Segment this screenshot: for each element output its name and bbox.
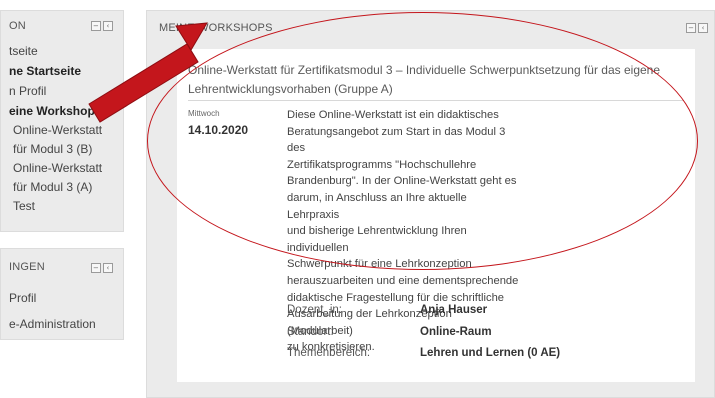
nav-item[interactable]: ne Startseite: [1, 61, 123, 81]
workshop-card: Online-Werkstatt für Zertifikatsmodul 3 …: [177, 49, 695, 382]
workshop-date: 14.10.2020: [188, 123, 249, 137]
settings-item-profile[interactable]: Profil: [1, 285, 123, 311]
settings-block: INGEN − ‹ Profil e-Administration: [0, 248, 124, 340]
workshop-details: Dozent_in: Anja Hauser Standort: Online-…: [287, 304, 667, 369]
nav-item[interactable]: Test: [1, 197, 123, 216]
nav-item[interactable]: eine Workshops: [1, 101, 123, 121]
workshop-weekday: Mittwoch: [188, 109, 220, 118]
my-workshops-title: MEINE WORKSHOPS: [159, 22, 273, 34]
settings-block-header: INGEN − ‹: [1, 249, 123, 285]
settings-block-controls: − ‹: [91, 263, 113, 273]
navigation-block-header: ON − ‹: [1, 11, 123, 41]
settings-block-title: INGEN: [9, 261, 45, 273]
settings-item-administration[interactable]: e-Administration: [1, 311, 123, 337]
dock-block-icon[interactable]: ‹: [103, 21, 113, 31]
detail-row-lecturer: Dozent_in: Anja Hauser: [287, 304, 667, 326]
nav-item[interactable]: Online-Werkstatt: [1, 121, 123, 140]
navigation-block-controls: − ‹: [91, 21, 113, 31]
my-workshops-block: MEINE WORKSHOPS − ‹ Online-Werkstatt für…: [146, 10, 715, 398]
navigation-list: tseite ne Startseite n Profil eine Workshop…: [1, 41, 123, 216]
description-line: und bisherige Lehrentwicklung Ihren indi…: [287, 225, 467, 254]
nav-item[interactable]: für Modul 3 (B): [1, 140, 123, 159]
description-line: Beratungsangebot zum Start in das Modul …: [287, 125, 506, 155]
detail-label: Standort:: [287, 325, 334, 338]
detail-row-location: Standort: Online-Raum: [287, 326, 667, 348]
nav-item[interactable]: Online-Werkstatt: [1, 159, 123, 178]
navigation-block: ON − ‹ tseite ne Startseite n Profil eine W…: [0, 10, 124, 232]
collapse-block-icon[interactable]: −: [686, 23, 696, 33]
detail-label: Themenbereich:: [287, 347, 371, 359]
description-line: Zertifikatsprogramms "Hochschullehre: [287, 158, 477, 171]
settings-list: Profil e-Administration: [1, 285, 123, 337]
description-line: Schwerpunkt für eine Lehrkonzeption: [287, 258, 472, 271]
nav-item[interactable]: für Modul 3 (A): [1, 178, 123, 197]
collapse-block-icon[interactable]: −: [91, 21, 101, 31]
nav-item[interactable]: n Profil: [1, 81, 123, 101]
detail-value: Anja Hauser: [420, 304, 488, 316]
collapse-block-icon[interactable]: −: [91, 263, 101, 273]
detail-label: Dozent_in:: [287, 304, 342, 316]
detail-row-topic: Themenbereich: Lehren und Lernen (0 AE): [287, 347, 667, 369]
description-line: Diese Online-Werkstatt ist ein didaktisc…: [287, 109, 499, 121]
detail-value: Lehren und Lernen (0 AE): [420, 347, 561, 359]
detail-value: Online-Raum: [420, 325, 492, 338]
description-line: Brandenburg". In der Online-Werkstatt ge…: [287, 175, 517, 188]
dock-block-icon[interactable]: ‹: [698, 23, 708, 33]
dock-block-icon[interactable]: ‹: [103, 263, 113, 273]
workshop-title-link[interactable]: Online-Werkstatt für Zertifikatsmodul 3 …: [188, 61, 668, 99]
card-divider: [188, 100, 684, 101]
my-workshops-controls: − ‹: [686, 23, 708, 33]
navigation-block-title: ON: [9, 20, 26, 32]
description-line: herauszuarbeiten und eine dementsprechen…: [287, 274, 519, 287]
nav-item[interactable]: tseite: [1, 41, 123, 61]
description-line: darum, in Anschluss an Ihre aktuelle Leh…: [287, 191, 467, 221]
